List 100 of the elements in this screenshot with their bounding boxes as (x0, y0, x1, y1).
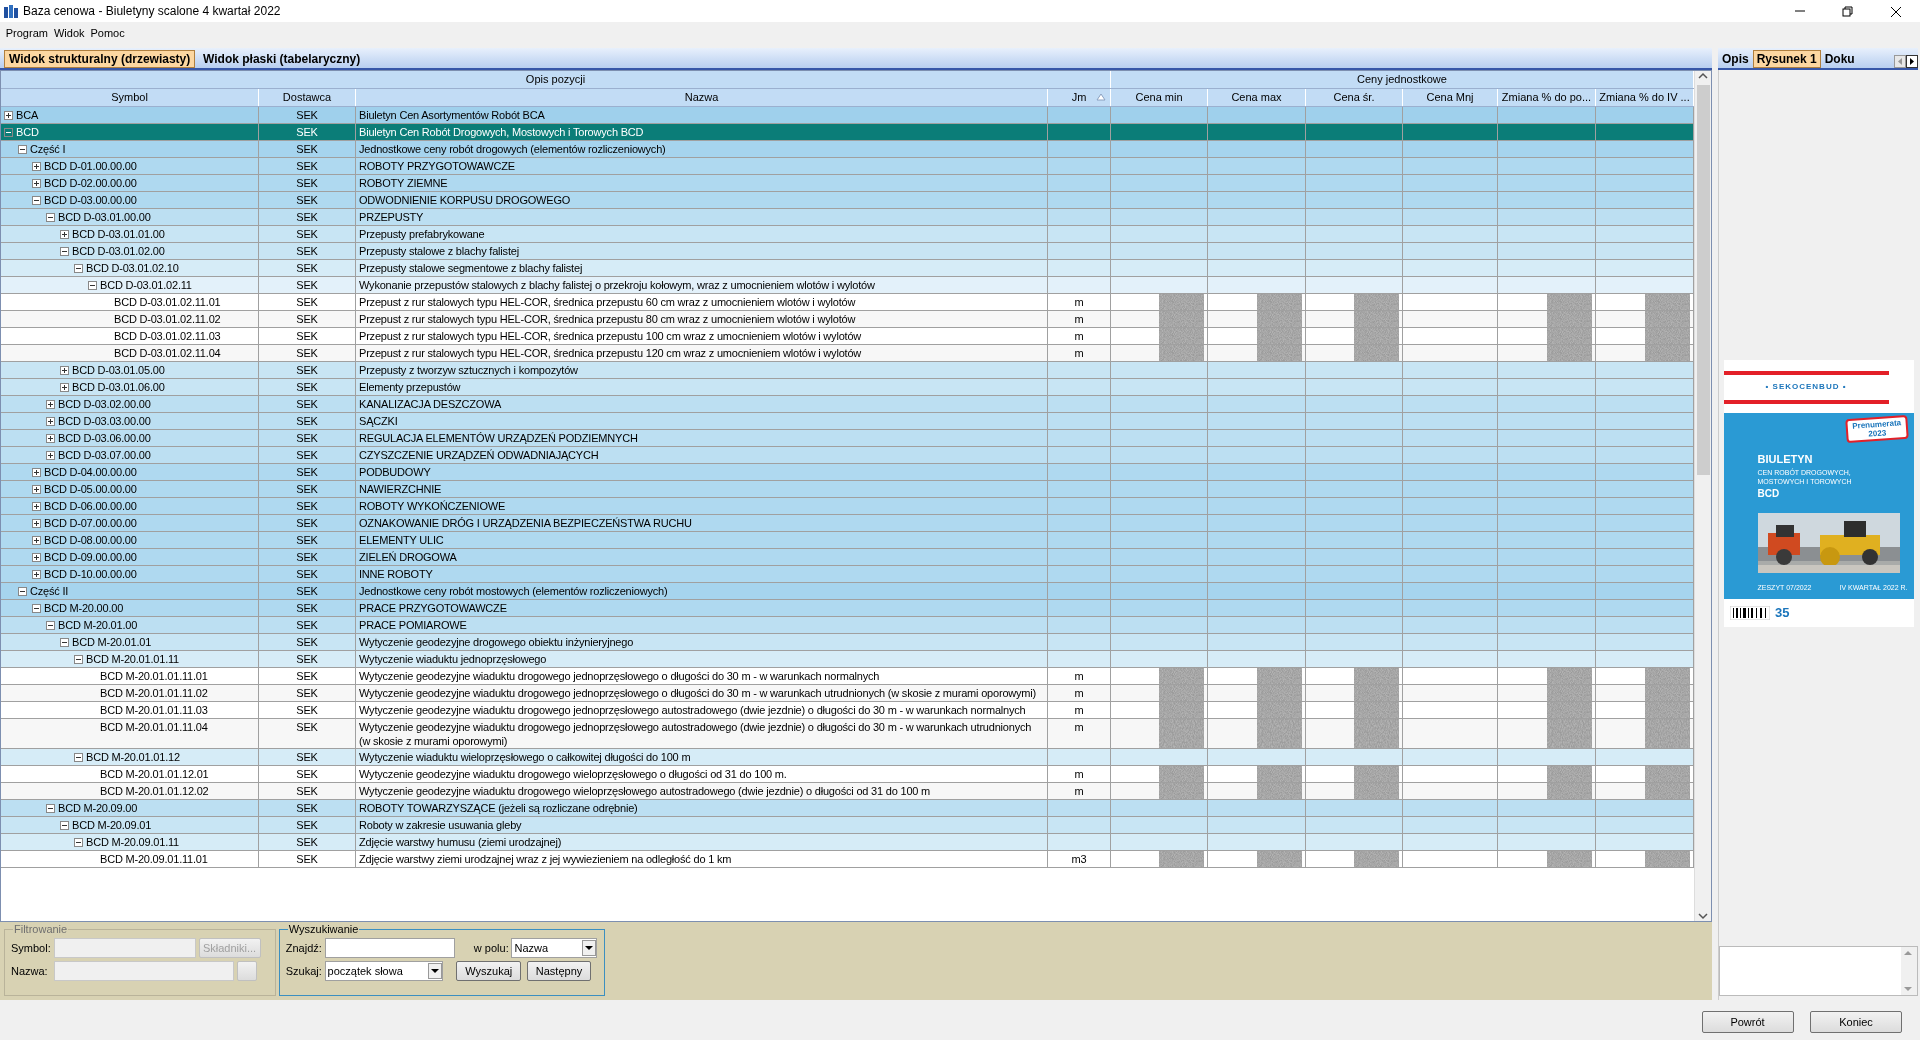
tree-row[interactable]: BCD D-03.01.01.00 SEK Przepusty prefabrykowane (1, 226, 1694, 243)
tree-row[interactable]: BCD SEK Biuletyn Cen Robót Drogowych, Mostowych i Torowych BCD (1, 124, 1694, 141)
expand-icon[interactable] (32, 468, 41, 477)
tree-row[interactable]: BCD D-03.07.00.00 SEK CZYSZCZENIE URZĄDZEŃ ODWADNIAJĄCYCH (1, 447, 1694, 464)
tree-row[interactable]: BCD D-03.01.05.00 SEK Przepusty z tworzyw sztucznych i kompozytów (1, 362, 1694, 379)
tree-row[interactable]: BCD M-20.09.01.11.01 SEK Zdjęcie warstwy ziemi urodzajnej wraz z jej wywiezieniem na odległość do 1 km m3 (1, 851, 1694, 868)
tree-row[interactable]: BCD M-20.01.01.11.04 SEK Wytyczenie geodezyjne wiaduktu drogowego jednoprzęsłowego autostradowego (dwie jezdnie) o długości do 30 m - w warunkach utrudnionych (w skosie z murami oporowymi) m (1, 719, 1694, 749)
collapse-icon[interactable] (46, 213, 55, 222)
expand-icon[interactable] (32, 553, 41, 562)
tree-row[interactable]: BCD M-20.01.01.12.01 SEK Wytyczenie geodezyjne wiaduktu drogowego wieloprzęsłowego o długości od 31 do 100 m. m (1, 766, 1694, 783)
search-field[interactable] (324, 938, 455, 958)
close-icon[interactable] (1889, 4, 1903, 18)
expand-icon[interactable] (32, 162, 41, 171)
tree-row[interactable]: BCD D-03.01.02.00 SEK Przepusty stalowe z blachy falistej (1, 243, 1694, 260)
tree-row[interactable]: BCD M-20.01.01.12 SEK Wytyczenie wiaduktu wieloprzęsłowego o całkowitej długości do 100 m (1, 749, 1694, 766)
expand-icon[interactable] (46, 451, 55, 460)
column-header[interactable]: Cena śr. (1306, 89, 1403, 106)
tree-row[interactable]: BCD D-07.00.00.00 SEK OZNAKOWANIE DRÓG I URZĄDZENIA BEZPIECZEŃSTWA RUCHU (1, 515, 1694, 532)
tree-row[interactable]: BCD D-03.02.00.00 SEK KANALIZACJA DESZCZOWA (1, 396, 1694, 413)
scroll-right-icon[interactable] (1906, 55, 1918, 68)
tree-row[interactable]: BCD D-04.00.00.00 SEK PODBUDOWY (1, 464, 1694, 481)
collapse-icon[interactable] (74, 838, 83, 847)
collapse-icon[interactable] (74, 264, 83, 273)
tree-row[interactable]: BCD D-03.01.06.00 SEK Elementy przepustów (1, 379, 1694, 396)
tree-row[interactable]: BCD D-03.00.00.00 SEK ODWODNIENIE KORPUSU DROGOWEGO (1, 192, 1694, 209)
column-header[interactable]: Dostawca (259, 89, 356, 106)
tree-row[interactable]: BCD M-20.09.00 SEK ROBOTY TOWARZYSZĄCE (jeżeli są rozliczane odrębnie) (1, 800, 1694, 817)
tree-row[interactable]: BCD M-20.01.01 SEK Wytyczenie geodezyjne drogowego obiektu inżynieryjnego (1, 634, 1694, 651)
expand-icon[interactable] (46, 434, 55, 443)
collapse-icon[interactable] (60, 247, 69, 256)
panel-tab[interactable]: Doku (1820, 50, 1859, 68)
tree-row[interactable]: BCD M-20.01.01.11.02 SEK Wytyczenie geodezyjne wiaduktu drogowego jednoprzęsłowego o długości do 30 m - w warunkach utrudnionych (w skosie z murami oporowymi) m (1, 685, 1694, 702)
expand-icon[interactable] (32, 519, 41, 528)
expand-icon[interactable] (32, 485, 41, 494)
button[interactable]: Powrót (1701, 1011, 1794, 1033)
tree-row[interactable]: BCD M-20.01.01.11 SEK Wytyczenie wiaduktu jednoprzęsłowego (1, 651, 1694, 668)
tree-row[interactable]: BCD D-06.00.00.00 SEK ROBOTY WYKOŃCZENIOWE (1, 498, 1694, 515)
tree-row[interactable]: BCD M-20.00.00 SEK PRACE PRZYGOTOWAWCZE (1, 600, 1694, 617)
button[interactable]: Następny (526, 960, 592, 981)
tree-row[interactable]: BCD M-20.01.00 SEK PRACE POMIAROWE (1, 617, 1694, 634)
tree-row[interactable]: BCD M-20.09.01.11 SEK Zdjęcie warstwy humusu (ziemi urodzajnej) (1, 834, 1694, 851)
restore-icon[interactable] (1841, 4, 1855, 18)
column-header[interactable]: Cena max (1208, 89, 1306, 106)
collapse-icon[interactable] (46, 804, 55, 813)
tree-row[interactable]: Część II SEK Jednostkowe ceny robót mostowych (elementów rozliczeniowych) (1, 583, 1694, 600)
tree-row[interactable]: BCD D-01.00.00.00 SEK ROBOTY PRZYGOTOWAWCZE (1, 158, 1694, 175)
collapse-icon[interactable] (18, 587, 27, 596)
expand-icon[interactable] (4, 111, 13, 120)
view-tab[interactable]: Widok płaski (tabelaryczny) (198, 50, 366, 68)
collapse-icon[interactable] (74, 753, 83, 762)
expand-icon[interactable] (60, 383, 69, 392)
column-header[interactable]: Zmiana % do po... (1498, 89, 1596, 106)
tree-row[interactable]: BCD D-08.00.00.00 SEK ELEMENTY ULIC (1, 532, 1694, 549)
expand-icon[interactable] (32, 179, 41, 188)
dropdown[interactable]: początek słowa (324, 960, 443, 981)
expand-icon[interactable] (32, 536, 41, 545)
view-tab[interactable]: Widok strukturalny (drzewiasty) (4, 50, 196, 68)
expand-icon[interactable] (60, 366, 69, 375)
tree-row[interactable]: BCD D-03.01.02.11.04 SEK Przepust z rur stalowych typu HEL-COR, średnica przepustu 120 cm wraz z umocnieniem wlotów i wylotów m (1, 345, 1694, 362)
caret-icon[interactable] (427, 962, 442, 979)
collapse-icon[interactable] (46, 621, 55, 630)
tree-row[interactable]: BCD D-03.01.02.11 SEK Wykonanie przepustów stalowych z blachy falistej o przekroju kołowym, wraz z umocnieniem wlotów i wylotów (1, 277, 1694, 294)
expand-icon[interactable] (32, 570, 41, 579)
collapse-icon[interactable] (32, 604, 41, 613)
expand-icon[interactable] (60, 230, 69, 239)
column-header[interactable]: Symbol (1, 89, 259, 106)
menu-item[interactable]: Pomoc (87, 24, 128, 42)
dropdown[interactable]: Nazwa (511, 938, 598, 958)
tree-row[interactable]: BCD D-03.06.00.00 SEK REGULACJA ELEMENTÓW URZĄDZEŃ PODZIEMNYCH (1, 430, 1694, 447)
expand-icon[interactable] (32, 502, 41, 511)
tree-row[interactable]: BCD D-03.01.02.10 SEK Przepusty stalowe segmentowe z blachy falistej (1, 260, 1694, 277)
tree-row[interactable]: BCD D-03.01.00.00 SEK PRZEPUSTY (1, 209, 1694, 226)
collapse-icon[interactable] (18, 145, 27, 154)
tree-row[interactable]: BCD D-10.00.00.00 SEK INNE ROBOTY (1, 566, 1694, 583)
collapse-icon[interactable] (88, 281, 97, 290)
tree-row[interactable]: BCD M-20.01.01.11.01 SEK Wytyczenie geodezyjne wiaduktu drogowego jednoprzęsłowego o długości do 30 m - w warunkach normalnych m (1, 668, 1694, 685)
tree-row[interactable]: BCD D-09.00.00.00 SEK ZIELEŃ DROGOWA (1, 549, 1694, 566)
expand-icon[interactable] (46, 400, 55, 409)
tree-row[interactable]: BCD D-03.01.02.11.02 SEK Przepust z rur stalowych typu HEL-COR, średnica przepustu 80 cm wraz z umocnieniem wlotów i wylotów m (1, 311, 1694, 328)
column-header[interactable]: Cena Mnj (1403, 89, 1498, 106)
caret-icon[interactable] (582, 940, 597, 956)
tree-row[interactable]: BCD D-05.00.00.00 SEK NAWIERZCHNIE (1, 481, 1694, 498)
panel-tab[interactable]: Rysunek 1 (1752, 50, 1821, 68)
collapse-icon[interactable] (32, 196, 41, 205)
tree-row[interactable]: BCD D-03.01.02.11.03 SEK Przepust z rur stalowych typu HEL-COR, średnica przepustu 100 cm wraz z umocnieniem wlotów i wylotów m (1, 328, 1694, 345)
column-header[interactable]: Cena min (1111, 89, 1208, 106)
tree-row[interactable]: BCD D-03.01.02.11.01 SEK Przepust z rur stalowych typu HEL-COR, średnica przepustu 60 cm wraz z umocnieniem wlotów i wylotów m (1, 294, 1694, 311)
menu-item[interactable]: Widok (50, 24, 88, 42)
expand-icon[interactable] (46, 417, 55, 426)
panel-tab[interactable]: Opis (1718, 50, 1753, 68)
tree-row[interactable]: BCD M-20.09.01 SEK Roboty w zakresie usuwania gleby (1, 817, 1694, 834)
button[interactable]: Koniec (1810, 1011, 1902, 1033)
tree-row[interactable]: BCD D-02.00.00.00 SEK ROBOTY ZIEMNE (1, 175, 1694, 192)
tree-row[interactable]: BCD M-20.01.01.12.02 SEK Wytyczenie geodezyjne wiaduktu drogowego wieloprzęsłowego autostradowego (dwie jezdnie) o długości od 31 do 100 m m (1, 783, 1694, 800)
collapse-icon[interactable] (60, 821, 69, 830)
collapse-icon[interactable] (74, 655, 83, 664)
menu-item[interactable]: Program (2, 24, 51, 42)
tree-row[interactable]: BCD D-03.03.00.00 SEK SĄCZKI (1, 413, 1694, 430)
tree-row[interactable]: BCD M-20.01.01.11.03 SEK Wytyczenie geodezyjne wiaduktu drogowego jednoprzęsłowego autostradowego (dwie jezdnie) o długości do 30 m - w warunkach normalnych m (1, 702, 1694, 719)
scrollbar[interactable] (1694, 71, 1711, 921)
